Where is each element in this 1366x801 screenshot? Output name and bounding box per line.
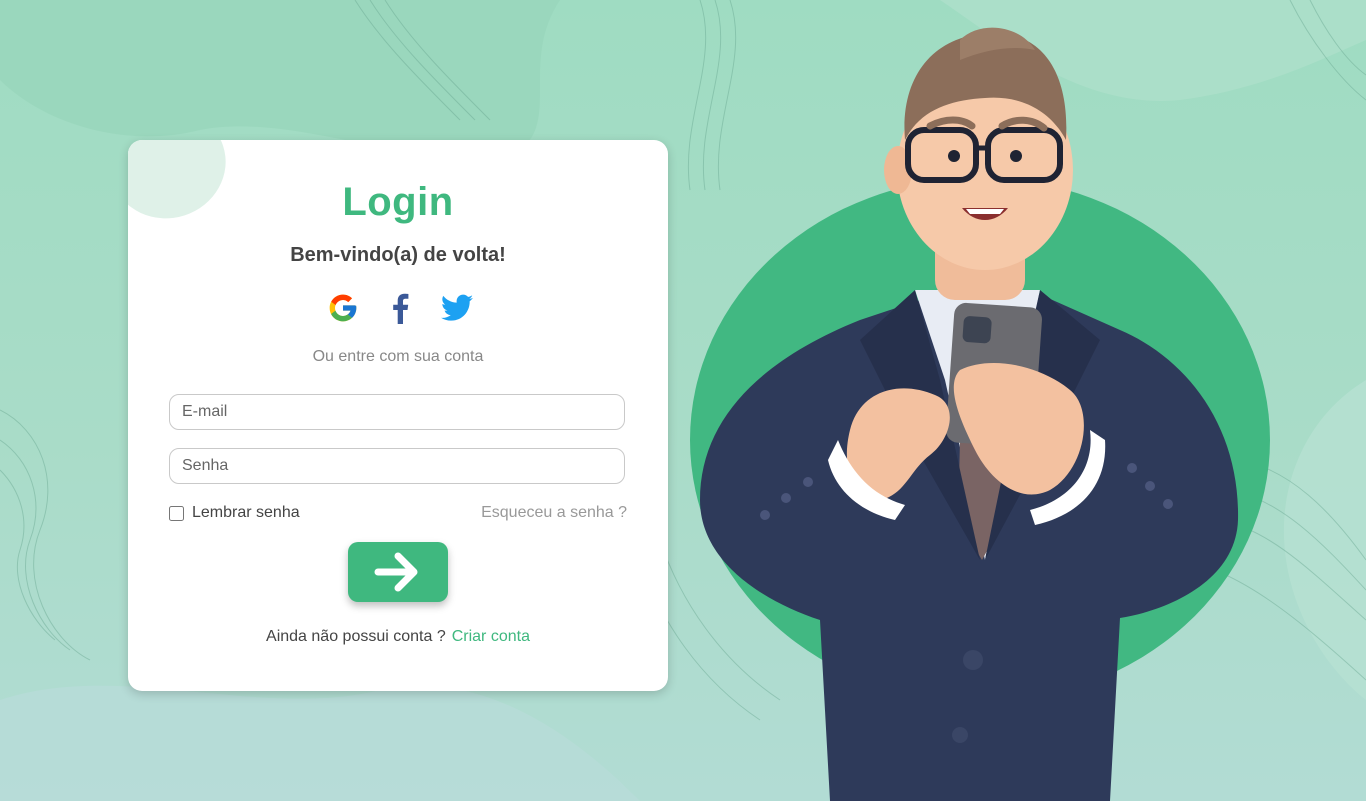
social-login-group (326, 290, 474, 326)
welcome-subtitle: Bem-vindo(a) de volta! (290, 244, 506, 266)
suit-button (963, 650, 983, 670)
arrow-right-icon (374, 552, 418, 592)
remember-password[interactable]: Lembrar senha (169, 504, 300, 522)
left-eye (948, 150, 960, 162)
forgot-password-link[interactable]: Esqueceu a senha ? (481, 504, 627, 522)
submit-button[interactable] (348, 542, 448, 602)
facebook-icon (393, 293, 409, 324)
character-illustration (690, 27, 1270, 801)
phone-camera (962, 316, 992, 344)
suit-button (952, 727, 968, 743)
remember-label: Lembrar senha (192, 504, 300, 521)
remember-checkbox[interactable] (169, 505, 184, 521)
google-login-button[interactable] (326, 291, 360, 325)
twitter-icon (441, 294, 473, 321)
login-card: Login Bem-vindo(a) de volta! Ou entre co… (128, 140, 668, 691)
right-eye (1010, 150, 1022, 162)
teeth (966, 209, 1004, 214)
password-field[interactable] (169, 448, 625, 484)
twitter-login-button[interactable] (440, 291, 474, 325)
google-icon (329, 294, 357, 322)
create-account-link[interactable]: Criar conta (452, 628, 530, 645)
facebook-login-button[interactable] (383, 291, 417, 325)
signup-prompt: Ainda não possui conta ? (266, 628, 446, 645)
email-field[interactable] (169, 394, 625, 430)
login-title: Login (342, 180, 454, 224)
alternative-login-text: Ou entre com sua conta (312, 348, 484, 365)
signup-row: Ainda não possui conta ? Criar conta (128, 628, 668, 646)
